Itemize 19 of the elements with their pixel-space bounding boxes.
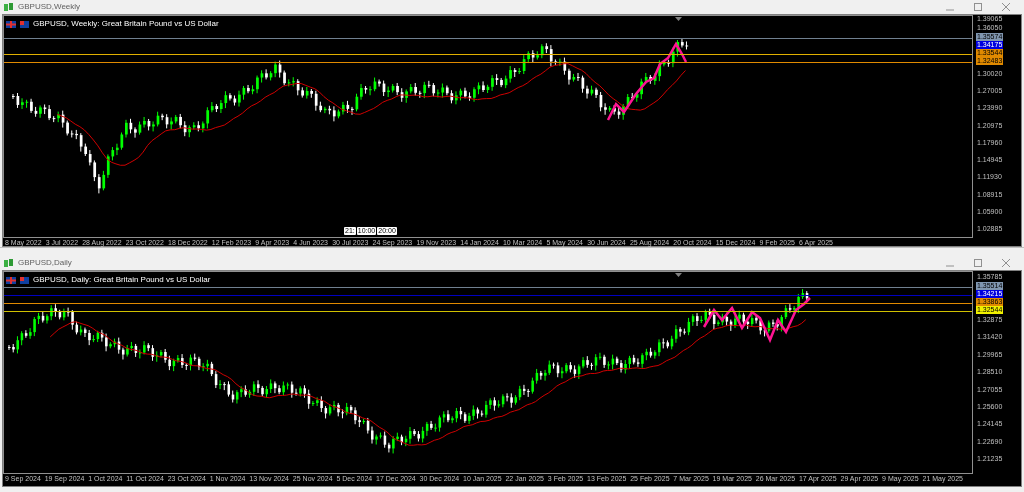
shift-marker-icon <box>675 17 682 21</box>
chart-plot-area[interactable]: GBPUSD, Daily: Great Britain Pound vs US Dollar <box>3 271 973 474</box>
flag-icon <box>6 20 16 28</box>
window-title: GBPUSD,Weekly <box>18 1 81 13</box>
trend-line[interactable] <box>606 41 688 121</box>
maximize-button[interactable] <box>974 259 982 267</box>
flag-icon <box>20 20 29 28</box>
window-title: GBPUSD,Daily <box>18 257 72 269</box>
close-button[interactable] <box>1002 259 1010 267</box>
flag-icon <box>20 276 29 284</box>
maximize-button[interactable] <box>974 3 982 11</box>
flag-icon <box>6 276 16 284</box>
chart-header-text: GBPUSD, Weekly: Great Britain Pound vs US Dollar <box>33 18 219 30</box>
chart-window-icon <box>4 2 14 12</box>
close-button[interactable] <box>1002 3 1010 11</box>
chart-header-text: GBPUSD, Daily: Great Britain Pound vs US Dollar <box>33 274 211 286</box>
trend-line[interactable] <box>702 297 811 344</box>
chart-window-icon <box>4 258 14 268</box>
shift-marker-icon <box>675 273 682 277</box>
